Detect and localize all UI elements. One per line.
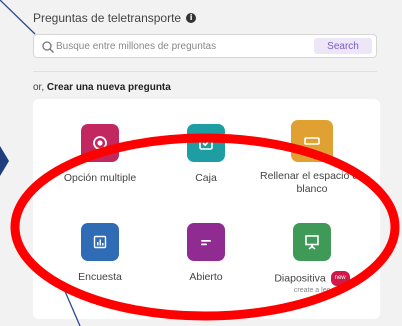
tile-open-ended bbox=[187, 223, 225, 261]
create-new-line: or, Crear una nueva pregunta bbox=[33, 82, 171, 93]
question-type-sublabel: create a lec bbox=[293, 287, 331, 294]
info-icon[interactable]: i bbox=[186, 13, 197, 23]
presentation-icon bbox=[305, 235, 319, 250]
question-type-label: Rellenar el espacio en blanco bbox=[260, 170, 364, 195]
tile-slide bbox=[293, 223, 331, 261]
divider bbox=[33, 71, 377, 72]
open-text-icon bbox=[201, 240, 211, 246]
question-type-label: Abierto bbox=[189, 271, 223, 283]
or-prefix: or, bbox=[33, 82, 47, 93]
pointer-line-top bbox=[0, 0, 36, 35]
question-type-open-ended[interactable]: Abierto bbox=[146, 223, 266, 284]
tile-multiple-choice bbox=[81, 124, 119, 162]
checkbox-icon bbox=[199, 136, 213, 150]
new-badge: new bbox=[330, 271, 350, 286]
question-type-fill-in-blank[interactable]: Rellenar el espacio en blanco bbox=[252, 120, 372, 196]
question-type-label: Caja bbox=[195, 172, 217, 184]
question-types-panel: Opción multiple Caja Rellenar el espacio… bbox=[33, 99, 380, 319]
question-type-slide[interactable]: Diapositiva new create a lec bbox=[252, 223, 372, 294]
tile-poll bbox=[81, 223, 119, 261]
search-bar[interactable]: Search bbox=[33, 34, 377, 58]
search-button[interactable]: Search bbox=[314, 38, 372, 54]
question-type-label: Opción multiple bbox=[63, 172, 137, 184]
create-new-question-link[interactable]: Crear una nueva pregunta bbox=[47, 82, 171, 93]
question-type-label: Diapositiva bbox=[274, 272, 326, 285]
question-type-poll[interactable]: Encuesta bbox=[40, 223, 160, 284]
question-type-label-row: Diapositiva new bbox=[252, 271, 372, 286]
search-icon bbox=[42, 41, 54, 53]
search-input[interactable] bbox=[56, 35, 306, 57]
pointer-arrow-left bbox=[0, 146, 9, 176]
question-type-label: Encuesta bbox=[78, 271, 122, 283]
question-type-multiple-choice[interactable]: Opción multiple bbox=[40, 124, 160, 185]
tile-checkbox bbox=[187, 124, 225, 162]
blank-field-icon bbox=[304, 137, 320, 145]
poll-chart-icon bbox=[93, 235, 107, 249]
section-title-label: Preguntas de teletransporte bbox=[33, 11, 182, 25]
section-title: Preguntas de teletransporte i bbox=[33, 11, 197, 25]
tile-fill-in-blank bbox=[291, 120, 333, 162]
radio-button-icon bbox=[93, 136, 107, 150]
question-type-checkbox[interactable]: Caja bbox=[146, 124, 266, 185]
